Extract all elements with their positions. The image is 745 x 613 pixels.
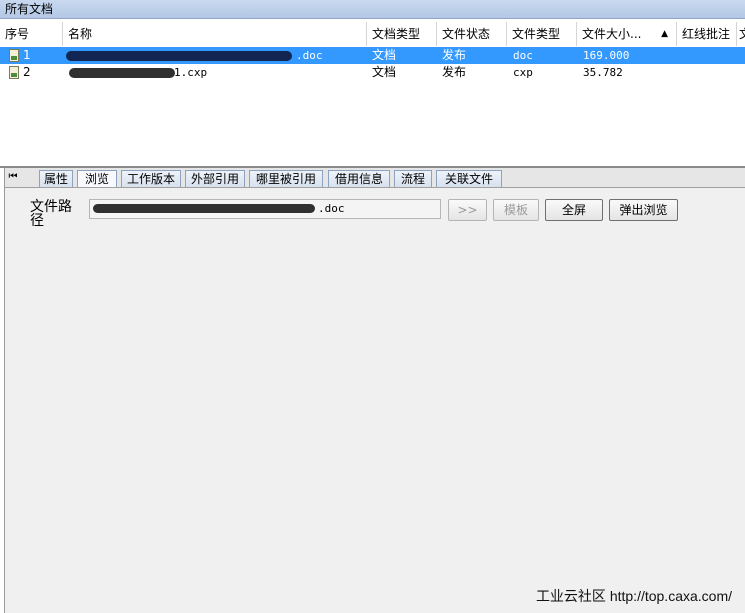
file-path-suffix: .doc	[318, 202, 345, 215]
first-tab-icon[interactable]: ⏮	[7, 170, 19, 184]
row-file-size: 35.782	[583, 66, 623, 79]
tab-properties[interactable]: 属性	[39, 170, 73, 187]
row-file-type: doc	[513, 49, 533, 62]
row-status: 发布	[442, 48, 467, 62]
table-row[interactable]: 1 .doc 文档 发布 doc 169.000	[0, 47, 745, 64]
popup-browse-button[interactable]: 弹出浏览	[609, 199, 678, 221]
row-name-suffix: .doc	[296, 49, 323, 62]
tab-work-version[interactable]: 工作版本	[121, 170, 181, 187]
column-header-file-type[interactable]: 文件类型	[507, 22, 577, 46]
row-status: 发布	[442, 65, 467, 79]
row-doc-type: 文档	[372, 48, 397, 62]
document-file-icon	[9, 49, 19, 62]
tab-external-references[interactable]: 外部引用	[185, 170, 245, 187]
column-header-doc-type[interactable]: 文档类型	[367, 22, 437, 46]
sort-ascending-icon: ▲	[661, 29, 668, 39]
column-header-redline[interactable]: 红线批注	[677, 22, 737, 46]
tab-related-files[interactable]: 关联文件	[436, 170, 502, 187]
column-header-status[interactable]: 文件状态	[437, 22, 507, 46]
tab-workflow[interactable]: 流程	[394, 170, 432, 187]
panel-title: 所有文档	[5, 2, 54, 16]
row-file-size: 169.000	[583, 49, 630, 62]
watermark-text: 工业云社区 http://top.caxa.com/	[535, 588, 732, 604]
redacted-filename	[69, 68, 175, 78]
template-button[interactable]: 模板	[493, 199, 539, 221]
fullscreen-button[interactable]: 全屏	[545, 199, 603, 221]
detail-tabbar: ⏮ 属性 浏览 工作版本 外部引用 哪里被引用 借用信息 流程 关联文件	[5, 168, 745, 188]
redacted-filename	[66, 51, 292, 61]
table-header: 序号 名称 文档类型 文件状态 文件类型 文件大小... ▲ 红线批注 文	[0, 22, 745, 46]
column-header-file-size[interactable]: 文件大小... ▲	[577, 22, 677, 46]
documents-table: 序号 名称 文档类型 文件状态 文件类型 文件大小... ▲ 红线批注 文 1 …	[0, 20, 745, 166]
tab-where-used[interactable]: 哪里被引用	[249, 170, 323, 187]
row-index: 2	[23, 65, 31, 79]
file-path-label: 文件路径	[30, 199, 72, 229]
detail-panel: ⏮ 属性 浏览 工作版本 外部引用 哪里被引用 借用信息 流程 关联文件 文件路…	[4, 168, 745, 613]
next-button[interactable]: >>	[448, 199, 487, 221]
table-row[interactable]: 2 1.cxp 文档 发布 cxp 35.782	[0, 64, 745, 81]
tab-browse[interactable]: 浏览	[77, 170, 117, 187]
file-path-field[interactable]: .doc	[89, 199, 441, 219]
column-header-name[interactable]: 名称	[63, 22, 367, 46]
row-index: 1	[23, 48, 31, 62]
tab-borrow-info[interactable]: 借用信息	[328, 170, 390, 187]
redacted-path	[93, 204, 315, 213]
column-header-truncated[interactable]: 文	[737, 22, 745, 46]
column-header-index[interactable]: 序号	[0, 22, 63, 46]
row-doc-type: 文档	[372, 65, 397, 79]
row-file-type: cxp	[513, 66, 533, 79]
drawing-file-icon	[9, 66, 19, 79]
panel-title-bar: 所有文档	[0, 0, 745, 19]
row-name-suffix: 1.cxp	[174, 66, 208, 79]
column-header-file-size-label: 文件大小...	[582, 27, 642, 41]
